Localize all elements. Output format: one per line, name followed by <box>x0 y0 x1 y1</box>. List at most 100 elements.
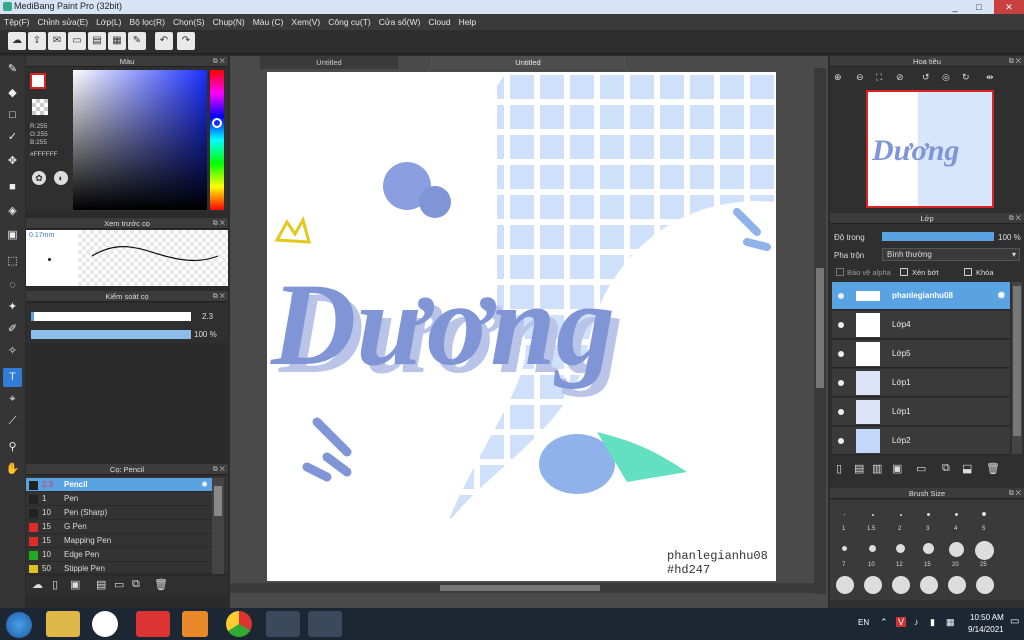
text-tool-icon[interactable]: T <box>3 368 22 387</box>
size-cell[interactable] <box>836 576 854 594</box>
volume-icon[interactable]: ♪ <box>914 617 919 627</box>
menu-color[interactable]: Màu (C) <box>249 14 288 30</box>
eye-icon[interactable] <box>838 351 844 357</box>
swatch-icon[interactable]: ◐ <box>54 171 68 185</box>
hue-handle[interactable] <box>212 118 222 128</box>
trash-icon[interactable]: 🗑 <box>986 462 1000 475</box>
new-8bit-layer-icon[interactable]: ▥ <box>872 462 882 475</box>
tab-untitled-1[interactable]: Untitled <box>260 56 398 69</box>
zoom-out-icon[interactable]: ⊖ <box>856 72 864 83</box>
vertical-scroll-thumb[interactable] <box>816 268 824 388</box>
hue-slider[interactable] <box>210 70 224 210</box>
clip-taskbar-icon[interactable] <box>308 611 342 637</box>
layer-item[interactable]: Lớp4 <box>832 311 1010 339</box>
lasso-tool-icon[interactable]: ◌ <box>3 276 22 295</box>
chrome-icon[interactable] <box>226 611 252 637</box>
select-eraser-icon[interactable]: ✧ <box>3 342 22 361</box>
layer-item[interactable]: phanlegianhu08 ✹ <box>832 282 1010 310</box>
folder-icon[interactable]: ▭ <box>114 578 124 591</box>
zalo-icon[interactable] <box>92 611 118 637</box>
size-cell[interactable]: 20 <box>946 540 968 570</box>
horizontal-scrollbar[interactable] <box>230 583 814 593</box>
add-brush-icon[interactable]: ▣ <box>70 578 80 591</box>
divide-tool-icon[interactable]: ⟋ <box>3 412 22 431</box>
gear-icon[interactable]: ✹ <box>997 289 1006 302</box>
fit-icon[interactable]: ⛶ <box>876 72 882 83</box>
panel-close-icon[interactable]: ⧉ ✕ <box>1009 488 1021 499</box>
panel-close-icon[interactable]: ⧉ ✕ <box>213 218 225 229</box>
gear-icon[interactable]: ✹ <box>201 478 208 492</box>
menu-help[interactable]: Help <box>455 14 480 30</box>
app-icon[interactable] <box>136 611 170 637</box>
close-button[interactable]: ✕ <box>994 0 1024 14</box>
input-language[interactable]: EN <box>858 618 869 627</box>
size-cell[interactable]: 3 <box>918 504 940 534</box>
menu-tools[interactable]: Công cụ(T) <box>324 14 375 30</box>
new-brush-icon[interactable]: ▯ <box>52 578 58 591</box>
menu-file[interactable]: Tệp(F) <box>0 14 34 30</box>
chat-icon[interactable]: ✉ <box>48 32 66 50</box>
size-cell[interactable]: 4 <box>946 504 968 534</box>
folder-icon[interactable]: ▭ <box>916 462 926 475</box>
zoom-in-icon[interactable]: ⊕ <box>834 72 842 83</box>
horizontal-scroll-thumb[interactable] <box>440 585 600 591</box>
size-cell[interactable]: 2 <box>890 504 912 534</box>
brush-item-stipple-pen[interactable]: 50 Stipple Pen <box>26 562 212 574</box>
redo-icon[interactable]: ↷ <box>177 32 195 50</box>
panel-close-icon[interactable]: ⧉ ✕ <box>213 464 225 475</box>
brush-list-scroll-thumb[interactable] <box>214 486 222 516</box>
foreground-color[interactable] <box>30 73 46 89</box>
trash-icon[interactable]: 🗑 <box>154 578 168 591</box>
rect-tool-icon[interactable]: □ <box>3 106 22 125</box>
app-icon[interactable] <box>182 611 208 637</box>
lock-checkbox[interactable] <box>964 268 972 276</box>
brush-item-pen-sharp[interactable]: 10 Pen (Sharp) <box>26 506 212 520</box>
size-cell[interactable]: 1 <box>834 504 856 534</box>
size-cell[interactable]: 7 <box>834 540 856 570</box>
eye-icon[interactable] <box>838 293 844 299</box>
gradient-tool-icon[interactable]: ▣ <box>3 226 22 245</box>
vietkey-icon[interactable]: V <box>896 617 907 627</box>
layer-item[interactable]: Lớp5 <box>832 340 1010 368</box>
operation-tool-icon[interactable]: ⌖ <box>3 390 22 409</box>
brush-size-slider[interactable] <box>31 312 191 321</box>
brush-item-mapping-pen[interactable]: 15 Mapping Pen <box>26 534 212 548</box>
magic-wand-icon[interactable]: ✦ <box>3 298 22 317</box>
panel-close-icon[interactable]: ⧉ ✕ <box>1009 56 1021 67</box>
check-tool-icon[interactable]: ✓ <box>3 128 22 147</box>
size-cell[interactable] <box>920 576 938 594</box>
maximize-button[interactable]: □ <box>968 0 990 14</box>
cloud-download-icon[interactable]: ☁ <box>32 578 43 591</box>
layer-item[interactable]: Lớp2 <box>832 427 1010 455</box>
cloud-icon[interactable]: ☁ <box>8 32 26 50</box>
notification-icon[interactable]: ▭ <box>1010 616 1019 627</box>
start-icon[interactable] <box>6 612 32 638</box>
hand-tool-icon[interactable]: ✋ <box>3 460 22 479</box>
brush-settings-icon[interactable]: ▤ <box>96 578 106 591</box>
bucket-tool-icon[interactable]: ◈ <box>3 202 22 221</box>
comment-icon[interactable]: ▭ <box>68 32 86 50</box>
eye-icon[interactable] <box>838 438 844 444</box>
clock-date[interactable]: 9/14/2021 <box>968 625 1004 634</box>
layer-list-scrollbar[interactable] <box>1012 282 1022 454</box>
rotate-right-icon[interactable]: ↻ <box>962 72 970 83</box>
menu-filter[interactable]: Bộ lọc(R) <box>126 14 169 30</box>
upload-icon[interactable]: ⇪ <box>28 32 46 50</box>
size-cell[interactable]: 15 <box>918 540 940 570</box>
document-icon[interactable]: ▤ <box>88 32 106 50</box>
tab-untitled-2[interactable]: Untitled <box>430 56 626 69</box>
brush-item-pen[interactable]: 1 Pen <box>26 492 212 506</box>
menu-snap[interactable]: Chụp(N) <box>209 14 249 30</box>
navigator-preview[interactable]: Dương <box>866 90 994 208</box>
select-tool-icon[interactable]: ⬚ <box>3 252 22 271</box>
brush-item-g-pen[interactable]: 15 G Pen <box>26 520 212 534</box>
duplicate-layer-icon[interactable]: ⧉ <box>942 462 950 475</box>
new-halftone-layer-icon[interactable]: ▤ <box>854 462 864 475</box>
size-cell[interactable] <box>892 576 910 594</box>
menu-window[interactable]: Cửa sổ(W) <box>375 14 425 30</box>
size-cell[interactable] <box>948 576 966 594</box>
menu-edit[interactable]: Chỉnh sửa(E) <box>34 14 93 30</box>
size-cell[interactable] <box>976 576 994 594</box>
fill-rect-tool-icon[interactable]: ■ <box>3 178 22 197</box>
eraser-tool-icon[interactable]: ◆ <box>3 84 22 103</box>
